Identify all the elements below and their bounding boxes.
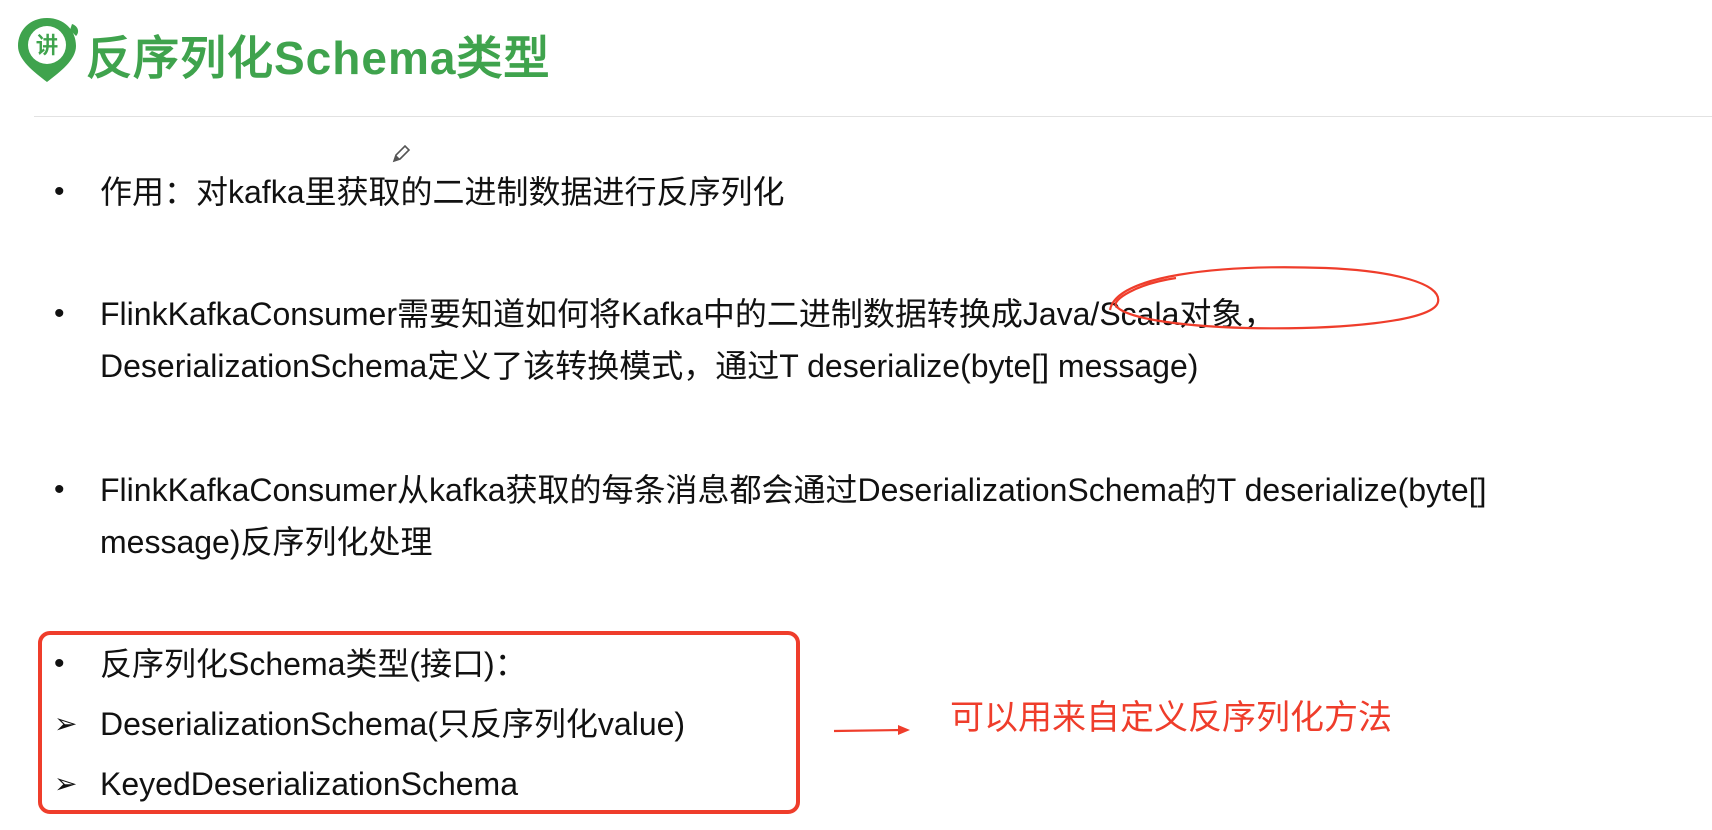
bullet-marker: • xyxy=(54,175,65,208)
logo-glyph: 讲 xyxy=(36,34,58,59)
bullet-message-text-line2: message)反序列化处理 xyxy=(100,524,433,560)
title-divider xyxy=(34,116,1712,117)
schema-types-header: 反序列化Schema类型(接口)： xyxy=(100,646,527,682)
custom-deserialization-note: 可以用来自定义反序列化方法 xyxy=(950,699,1392,737)
pencil-cursor-icon xyxy=(392,144,411,163)
bullet-marker: • xyxy=(54,473,65,506)
bullet-message-text-line1: FlinkKafkaConsumer从kafka获取的每条消息都会通过Deser… xyxy=(100,472,1487,508)
page-title: 反序列化Schema类型 xyxy=(86,32,551,84)
arrow-bullet-icon: ➢ xyxy=(54,768,78,799)
bullet-marker: • xyxy=(54,297,65,330)
red-circle-annotation xyxy=(1108,266,1440,330)
arrow-bullet-icon: ➢ xyxy=(54,708,78,739)
bullet-marker: • xyxy=(54,647,65,680)
arrow-right-icon xyxy=(833,725,910,735)
schema-type-keyed-deserialization: KeyedDeserializationSchema xyxy=(100,766,518,802)
map-pin-logo-icon: 讲 xyxy=(18,18,79,82)
bullet-consumer-text-line2: DeserializationSchema定义了该转换模式，通过T deseri… xyxy=(100,348,1199,384)
bullet-purpose-text: 作用：对kafka里获取的二进制数据进行反序列化 xyxy=(100,174,785,210)
schema-type-deserialization: DeserializationSchema(只反序列化value) xyxy=(100,706,686,742)
